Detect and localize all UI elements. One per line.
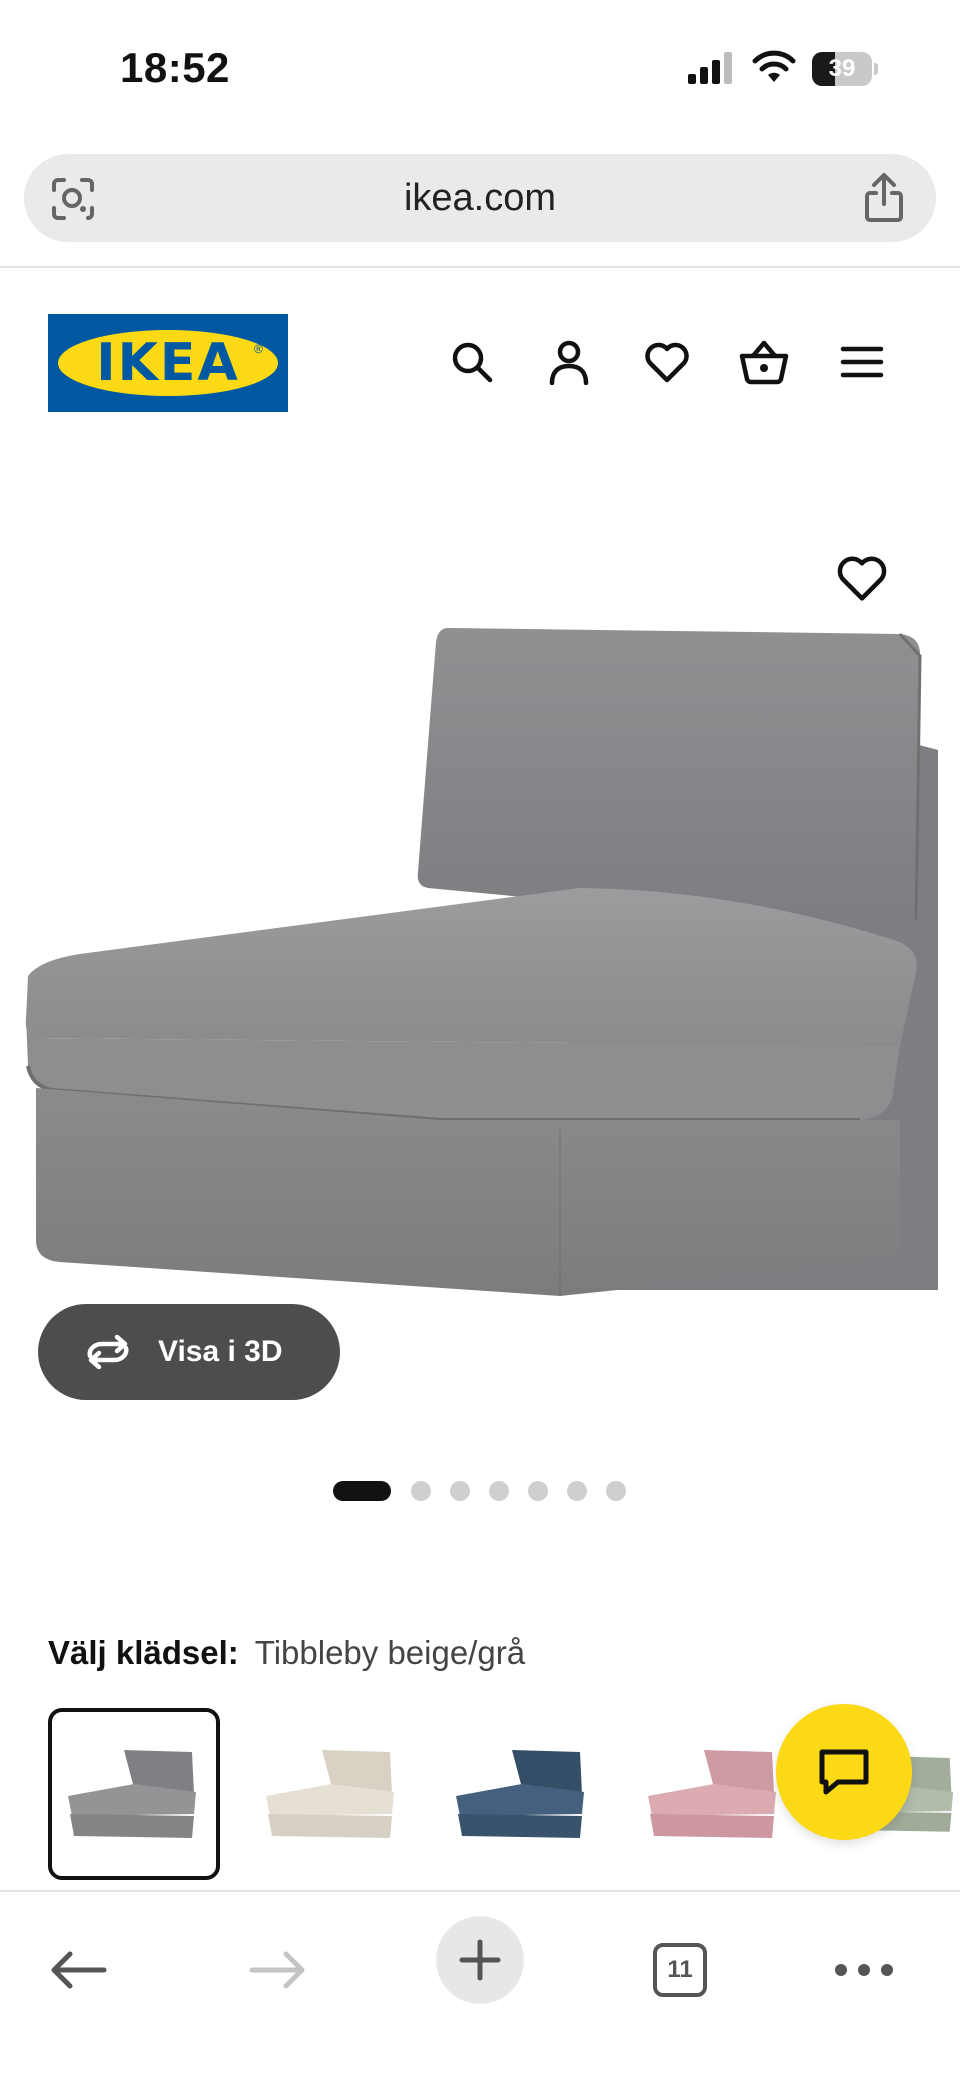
carousel-dot[interactable] [567, 1481, 587, 1501]
url-bar[interactable]: ikea.com [24, 154, 936, 242]
view-in-3d-label: Visa i 3D [158, 1335, 283, 1368]
status-time: 18:52 [120, 44, 230, 91]
battery-level: 39 [828, 55, 856, 82]
fabric-label: Välj klädsel: [48, 1634, 239, 1671]
logo-registered-mark: ® [254, 342, 263, 356]
more-icon[interactable] [822, 1928, 906, 2012]
image-carousel-indicator[interactable] [0, 1478, 960, 1502]
fabric-swatch-pink[interactable] [628, 1708, 800, 1880]
fabric-swatch-blue[interactable] [436, 1708, 608, 1880]
wifi-icon [752, 50, 796, 82]
favourites-icon[interactable] [641, 336, 693, 388]
url-text[interactable]: ikea.com [24, 154, 936, 242]
chat-button[interactable] [776, 1704, 912, 1840]
fabric-selected-value: Tibbleby beige/grå [254, 1634, 526, 1671]
forward-icon[interactable] [236, 1928, 320, 2012]
url-bar-divider [0, 266, 960, 268]
battery-icon: 39 [812, 52, 878, 86]
search-icon[interactable] [446, 336, 498, 388]
fabric-swatch-grey[interactable] [48, 1708, 220, 1880]
shopping-bag-icon[interactable] [738, 336, 790, 388]
browser-toolbar: 11 [0, 1892, 960, 2081]
tabs-button[interactable]: 11 [638, 1928, 722, 2012]
plus-icon [459, 1939, 501, 1981]
carousel-dot[interactable] [606, 1481, 626, 1501]
new-tab-button[interactable] [436, 1916, 524, 2004]
add-to-favourites-icon[interactable] [836, 552, 888, 604]
carousel-dot[interactable] [528, 1481, 548, 1501]
view-in-3d-button[interactable]: Visa i 3D [38, 1304, 340, 1400]
tabs-count: 11 [653, 1943, 707, 1997]
status-bar: 18:52 39 [0, 0, 960, 140]
back-icon[interactable] [36, 1928, 120, 2012]
account-icon[interactable] [543, 336, 595, 388]
fabric-swatch-beige[interactable] [246, 1708, 418, 1880]
carousel-dot[interactable] [450, 1481, 470, 1501]
cellular-signal-icon [688, 52, 732, 84]
menu-icon[interactable] [836, 336, 888, 388]
product-image-chaise-longue[interactable] [20, 620, 960, 1300]
carousel-dot-active[interactable] [333, 1481, 391, 1501]
carousel-dot[interactable] [411, 1481, 431, 1501]
fabric-selection-label: Välj klädsel: Tibbleby beige/grå [48, 1634, 525, 1672]
chat-icon [819, 1749, 869, 1795]
share-icon[interactable] [862, 172, 906, 224]
logo-text: IKEA [96, 333, 240, 393]
carousel-dot[interactable] [489, 1481, 509, 1501]
ikea-logo[interactable]: IKEA ® [48, 314, 288, 412]
rotate-3d-icon [87, 1334, 129, 1370]
